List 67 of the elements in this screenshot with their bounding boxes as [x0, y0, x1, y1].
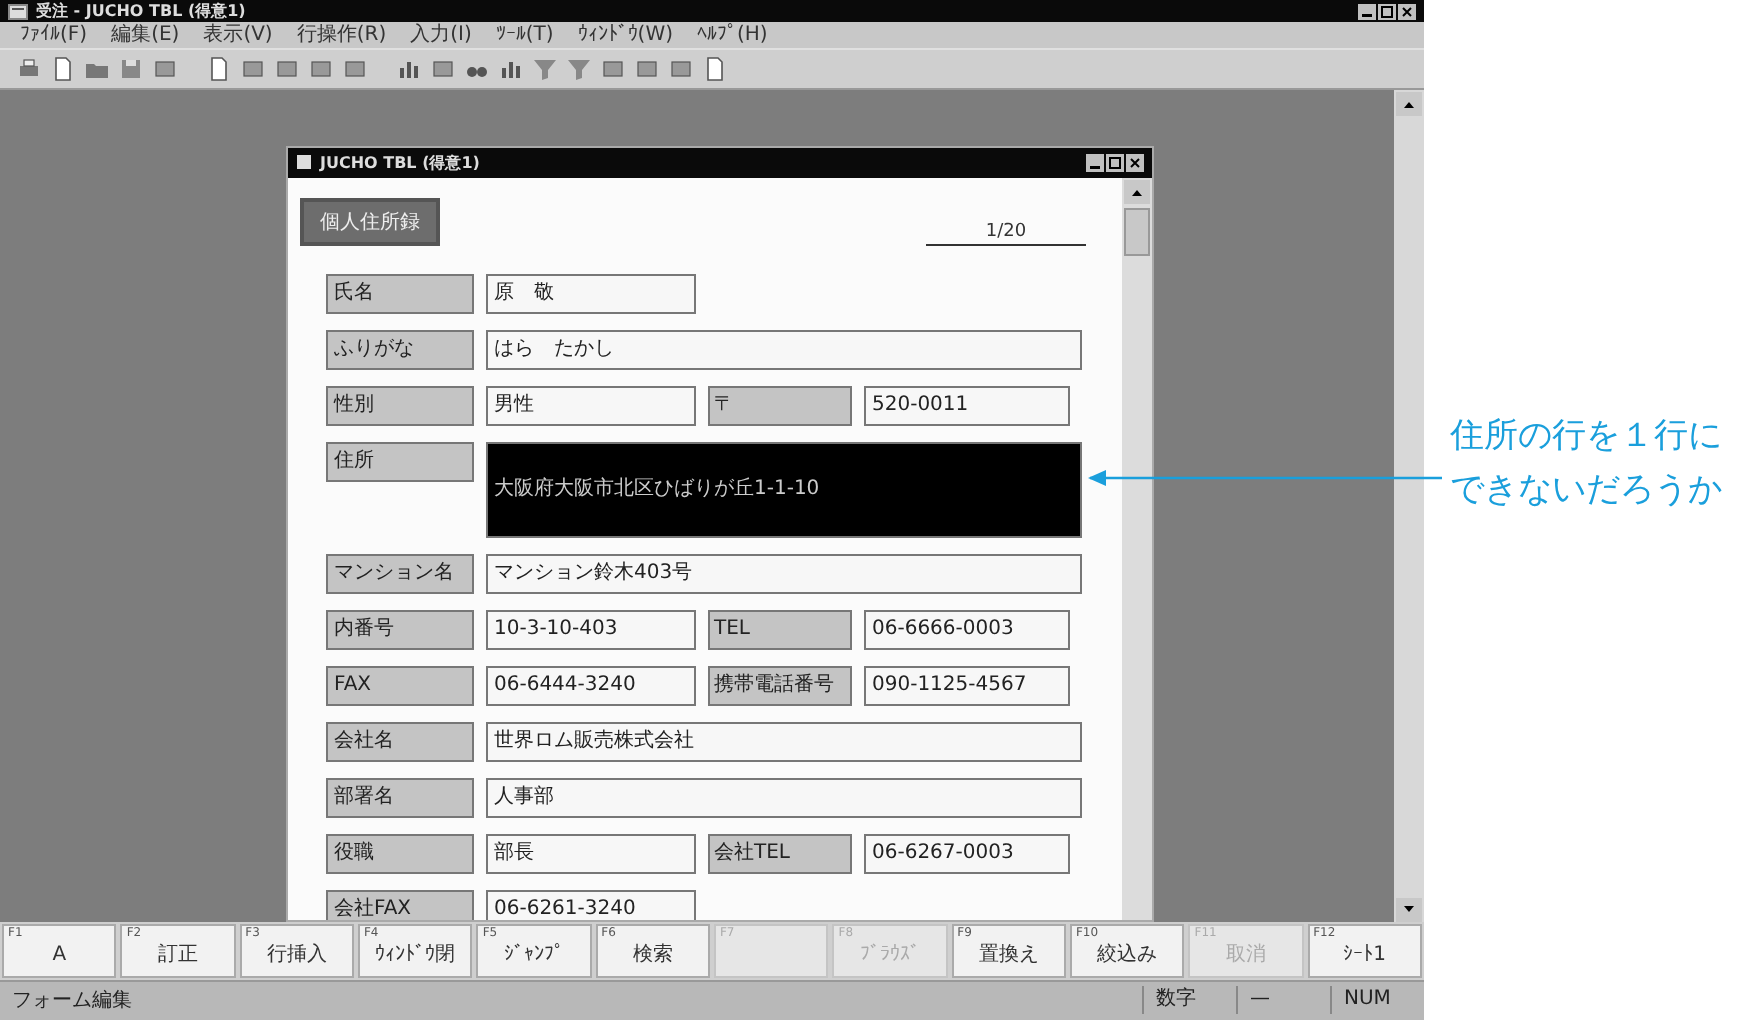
save-icon[interactable]: [118, 56, 144, 83]
close-icon[interactable]: [1398, 3, 1416, 19]
field-label: 部署名: [326, 777, 474, 818]
input-field[interactable]: 人事部: [486, 777, 1082, 818]
sheet-icon[interactable]: [702, 56, 728, 83]
input-field[interactable]: 原 敬: [486, 273, 696, 314]
menu-item[interactable]: ﾂｰﾙ(T): [495, 23, 554, 48]
menu-item[interactable]: ｳｨﾝﾄﾞｳ(W): [577, 23, 673, 48]
page-icon[interactable]: [206, 56, 232, 83]
chart-icon[interactable]: [396, 56, 422, 83]
document-icon[interactable]: [50, 56, 76, 83]
close-icon[interactable]: [1126, 153, 1144, 172]
menu-item[interactable]: 編集(E): [111, 23, 180, 48]
input-field[interactable]: はら たかし: [486, 329, 1082, 370]
record-counter: 1/20: [926, 221, 1086, 246]
field-label: マンション名: [326, 553, 474, 594]
input-field[interactable]: 10-3-10-403: [486, 609, 696, 650]
input-field[interactable]: 06-6267-0003: [864, 833, 1070, 874]
field-label: 性別: [326, 385, 474, 426]
field-label: 氏名: [326, 273, 474, 314]
status-message: フォーム編集: [10, 988, 134, 1015]
field-label: 〒: [708, 385, 852, 426]
input-field[interactable]: 世界ロム販売株式会社: [486, 721, 1082, 762]
input-field[interactable]: 06-6261-3240: [486, 889, 696, 920]
field-label: ふりがな: [326, 329, 474, 370]
field-label: 内番号: [326, 609, 474, 650]
field-label: 役職: [326, 833, 474, 874]
field-label: 携帯電話番号: [708, 665, 852, 706]
input-field[interactable]: 06-6444-3240: [486, 665, 696, 706]
restore-icon[interactable]: [1106, 153, 1124, 172]
annotation-text: 住所の行を１行にできないだろうか: [1450, 414, 1724, 514]
menu-item[interactable]: 表示(V): [203, 23, 273, 48]
scroll-up-icon[interactable]: [1124, 179, 1150, 204]
filter-icon[interactable]: [532, 56, 558, 83]
input-field[interactable]: 06-6666-0003: [864, 609, 1070, 650]
status-cell: NUM: [1330, 986, 1424, 1015]
field-label: TEL: [708, 609, 852, 650]
form-heading: 個人住所録: [300, 197, 440, 246]
window-title: 受注 - JUCHO TBL (得意1): [36, 0, 246, 22]
input-field[interactable]: マンション鈴木403号: [486, 553, 1082, 594]
menu-item[interactable]: ﾌｧｲﾙ(F): [20, 23, 88, 48]
input-field[interactable]: 部長: [486, 833, 696, 874]
field-label: FAX: [326, 665, 474, 706]
status-cell: 数字: [1142, 986, 1236, 1015]
menu-item[interactable]: 入力(I): [410, 23, 472, 48]
field-label: 会社FAX: [326, 889, 474, 920]
scrollbar[interactable]: [1394, 89, 1424, 922]
field-label: 住所: [326, 441, 474, 482]
input-field[interactable]: 男性: [486, 385, 696, 426]
input-field[interactable]: 大阪府大阪市北区ひばりが丘1-1-10: [486, 441, 1082, 538]
menu-item[interactable]: ﾍﾙﾌﾟ(H): [697, 23, 768, 48]
maximize-icon[interactable]: [1378, 3, 1396, 19]
field-label: 会社TEL: [708, 833, 852, 874]
scrollbar[interactable]: [1122, 177, 1152, 920]
form-window-title: JUCHO TBL (得意1): [320, 151, 480, 174]
app-icon: [8, 3, 28, 19]
input-field[interactable]: 090-1125-4567: [864, 665, 1070, 706]
scroll-up-icon[interactable]: [1396, 91, 1422, 116]
input-field[interactable]: 520-0011: [864, 385, 1070, 426]
funnel-icon[interactable]: [566, 56, 592, 83]
status-cell: —: [1236, 986, 1330, 1015]
scroll-thumb[interactable]: [1124, 207, 1150, 256]
scroll-down-icon[interactable]: [1396, 897, 1422, 922]
minimize-icon[interactable]: [1086, 153, 1104, 172]
field-label: 会社名: [326, 721, 474, 762]
menu-item[interactable]: 行操作(R): [296, 23, 387, 48]
minimize-icon[interactable]: [1358, 3, 1376, 19]
